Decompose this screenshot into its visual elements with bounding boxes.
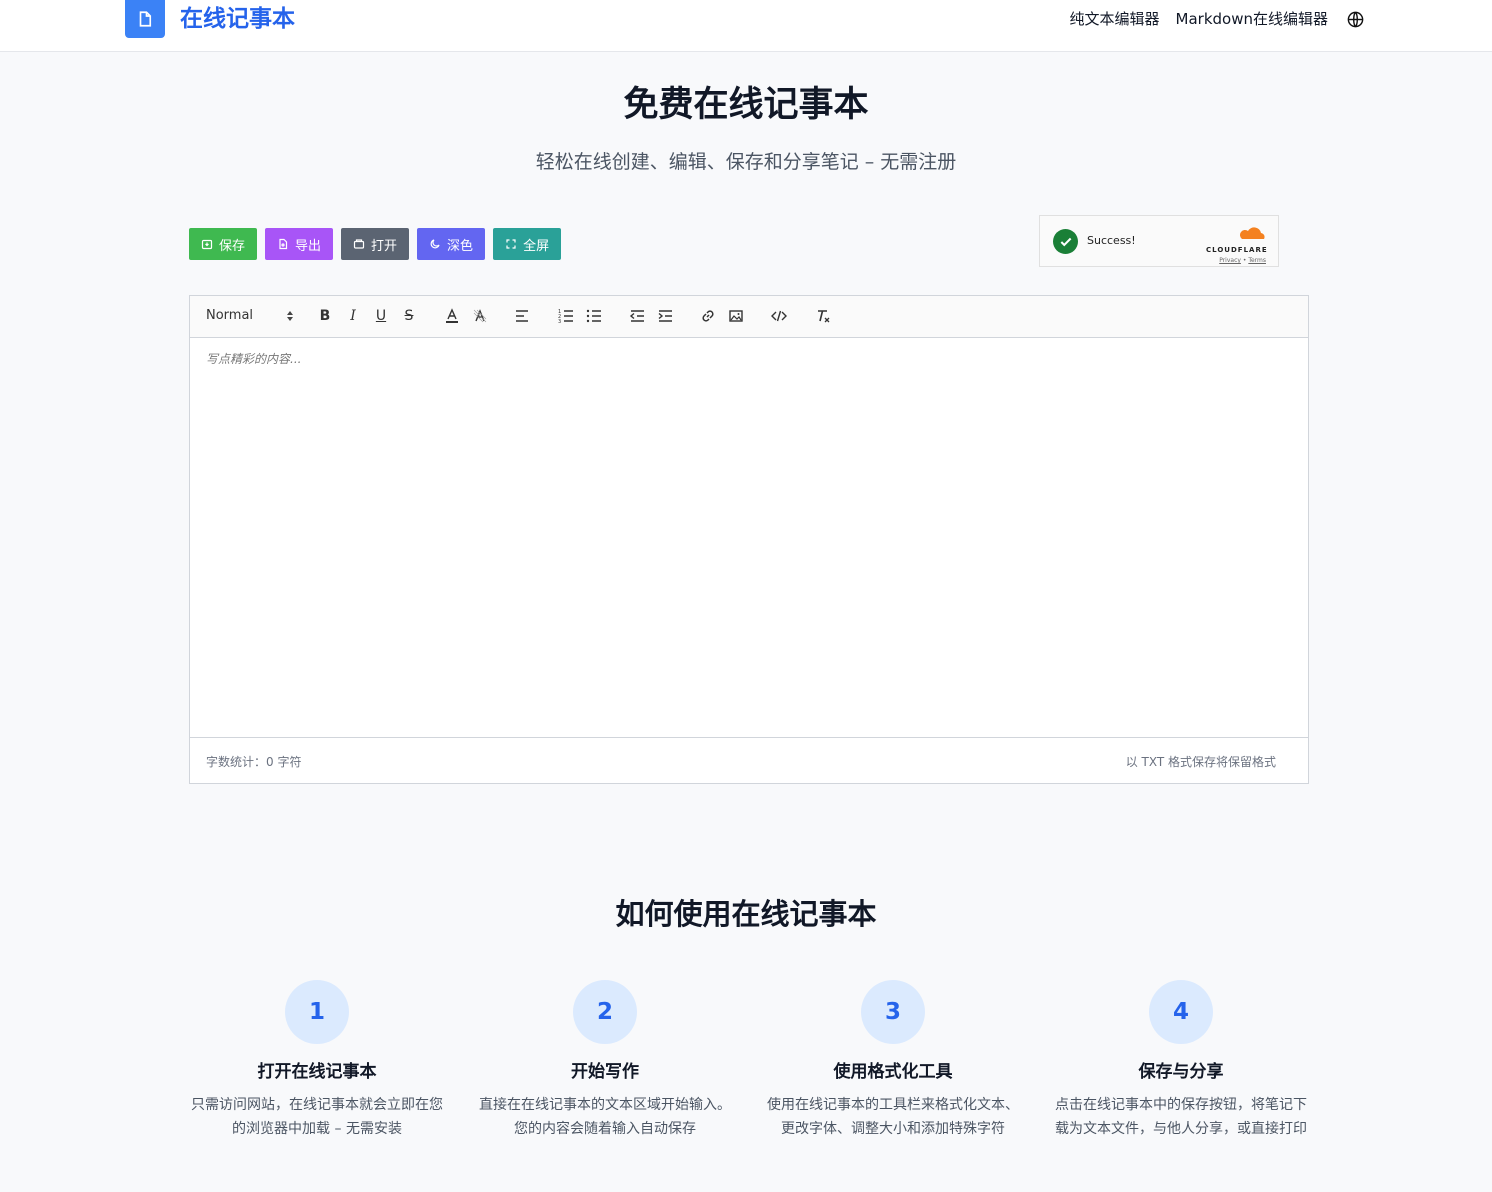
- export-button[interactable]: 导出: [265, 228, 334, 260]
- background-color-icon[interactable]: [471, 307, 489, 325]
- howto-heading: 如何使用在线记事本: [615, 897, 877, 931]
- nav-markdown-editor[interactable]: Markdown在线编辑器: [1176, 8, 1328, 30]
- bold-icon[interactable]: B: [316, 307, 334, 325]
- howto-steps: 1 打开在线记事本 只需访问网站，在线记事本就会立即在您的浏览器中加载 – 无需…: [189, 980, 1309, 1141]
- expand-icon: [506, 239, 516, 249]
- editor-footer: 字数统计：0 字符 以 TXT 格式保存将保留格式: [190, 737, 1308, 783]
- step-description: 直接在在线记事本的文本区域开始输入。您的内容会随着输入自动保存: [479, 1097, 731, 1137]
- site-header: 在线记事本 纯文本编辑器 Markdown在线编辑器: [0, 0, 1492, 52]
- folder-icon: [353, 239, 365, 249]
- header-format-select[interactable]: Normal: [206, 308, 294, 323]
- nav-plain-text-editor[interactable]: 纯文本编辑器: [1070, 8, 1160, 30]
- page-subtitle: 轻松在线创建、编辑、保存和分享笔记 – 无需注册: [535, 151, 957, 173]
- step-number: 2: [573, 980, 637, 1044]
- editor-placeholder: 写点精彩的内容...: [206, 352, 302, 366]
- moon-icon: [430, 239, 440, 249]
- cloudflare-logo: CLOUDFLARE Privacy • Terms: [1206, 225, 1267, 264]
- site-title[interactable]: 在线记事本: [180, 4, 295, 34]
- step-title: 使用格式化工具: [833, 1062, 953, 1082]
- outdent-icon[interactable]: [628, 307, 646, 325]
- ordered-list-icon[interactable]: 123: [557, 307, 575, 325]
- underline-icon[interactable]: U: [372, 307, 390, 325]
- language-globe-icon[interactable]: [1344, 8, 1366, 30]
- word-count: 字数统计：0 字符: [206, 755, 302, 769]
- success-check-icon: [1053, 229, 1078, 254]
- step-number: 1: [285, 980, 349, 1044]
- terms-link[interactable]: Terms: [1248, 257, 1266, 264]
- indent-icon[interactable]: [656, 307, 674, 325]
- step-number: 3: [861, 980, 925, 1044]
- step-number: 4: [1149, 980, 1213, 1044]
- captcha-status: Success!: [1087, 234, 1136, 247]
- save-button[interactable]: 保存: [189, 228, 258, 260]
- text-color-icon[interactable]: [443, 307, 461, 325]
- align-left-icon[interactable]: [513, 307, 531, 325]
- bullet-list-icon[interactable]: [585, 307, 603, 325]
- top-nav: 纯文本编辑器 Markdown在线编辑器: [1070, 8, 1366, 30]
- fullscreen-button[interactable]: 全屏: [493, 228, 562, 260]
- editor-toolbar: Normal B I U S 123: [190, 296, 1308, 338]
- step-title: 开始写作: [571, 1062, 639, 1082]
- step-title: 打开在线记事本: [257, 1062, 377, 1082]
- code-block-icon[interactable]: [770, 307, 788, 325]
- clear-format-icon[interactable]: [814, 307, 832, 325]
- privacy-link[interactable]: Privacy: [1219, 257, 1241, 264]
- logo-icon[interactable]: [125, 0, 165, 38]
- save-format-hint: 以 TXT 格式保存将保留格式: [1125, 755, 1276, 769]
- strikethrough-icon[interactable]: S: [400, 307, 418, 325]
- save-icon: [201, 239, 213, 250]
- rich-text-editor: Normal B I U S 123 写点精彩的内容... 字数统计：0 字符 …: [189, 295, 1309, 784]
- image-icon[interactable]: [727, 307, 745, 325]
- step-1: 1 打开在线记事本 只需访问网站，在线记事本就会立即在您的浏览器中加载 – 无需…: [189, 980, 445, 1141]
- step-description: 点击在线记事本中的保存按钮，将笔记下载为文本文件，与他人分享，或直接打印: [1055, 1097, 1307, 1137]
- action-bar: 保存 导出 打开 深色 全屏: [189, 228, 562, 260]
- step-4: 4 保存与分享 点击在线记事本中的保存按钮，将笔记下载为文本文件，与他人分享，或…: [1053, 980, 1309, 1141]
- step-description: 使用在线记事本的工具栏来格式化文本、更改字体、调整大小和添加特殊字符: [767, 1097, 1019, 1137]
- step-title: 保存与分享: [1138, 1062, 1224, 1082]
- select-arrows-icon: [287, 310, 293, 321]
- cloud-icon: [1240, 227, 1265, 239]
- svg-text:3: 3: [558, 319, 561, 324]
- page-title: 免费在线记事本: [623, 85, 869, 125]
- link-icon[interactable]: [699, 307, 717, 325]
- cloudflare-captcha-widget[interactable]: Success! CLOUDFLARE Privacy • Terms: [1039, 215, 1279, 267]
- italic-icon[interactable]: I: [344, 307, 362, 325]
- dark-mode-button[interactable]: 深色: [417, 228, 486, 260]
- open-button[interactable]: 打开: [341, 228, 410, 260]
- editor-content-area[interactable]: 写点精彩的内容...: [190, 338, 1308, 738]
- step-2: 2 开始写作 直接在在线记事本的文本区域开始输入。您的内容会随着输入自动保存: [477, 980, 733, 1141]
- step-description: 只需访问网站，在线记事本就会立即在您的浏览器中加载 – 无需安装: [191, 1097, 443, 1137]
- step-3: 3 使用格式化工具 使用在线记事本的工具栏来格式化文本、更改字体、调整大小和添加…: [765, 980, 1021, 1141]
- export-file-icon: [279, 238, 288, 250]
